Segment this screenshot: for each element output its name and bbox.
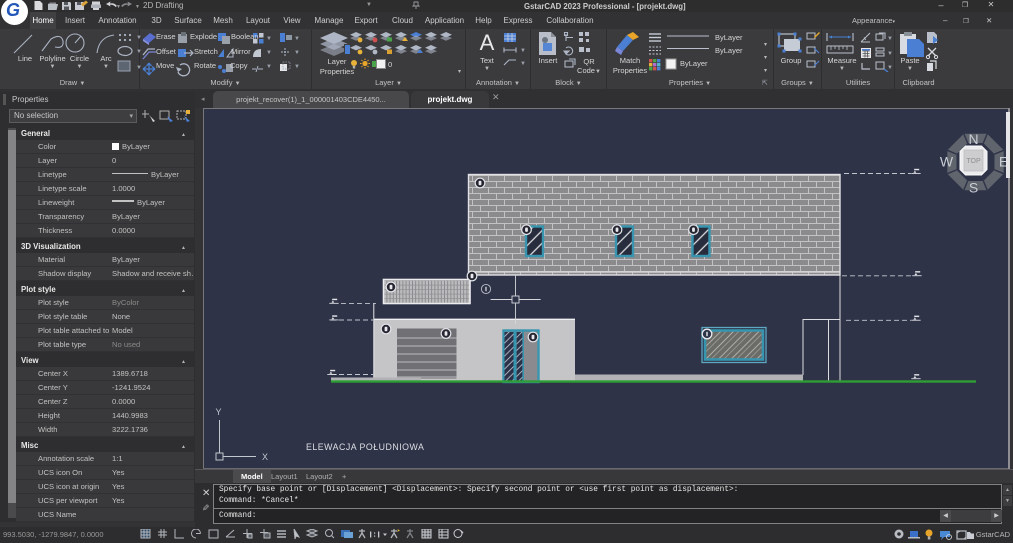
svg-text:▼: ▼ [887,65,893,71]
svg-text:▼: ▼ [135,4,140,10]
svg-text:Y: Y [216,407,222,417]
svg-text:N: N [968,131,978,147]
svg-text:▼: ▼ [266,36,272,42]
svg-text:▼: ▼ [294,36,300,42]
svg-text:▼: ▼ [520,61,526,67]
svg-text:X: X [262,452,268,462]
svg-text:▼: ▼ [887,36,893,42]
svg-text:▼: ▼ [294,50,300,56]
svg-text:▼: ▼ [294,64,300,70]
svg-text:▼: ▼ [266,64,272,70]
svg-text:W: W [940,154,954,170]
svg-text:TOP: TOP [966,158,981,165]
svg-text:ELEWACJA POŁUDNIOWA: ELEWACJA POŁUDNIOWA [306,442,424,452]
svg-text:▼: ▼ [887,51,893,57]
svg-text:▼: ▼ [266,50,272,56]
svg-text:▼: ▼ [520,48,526,54]
svg-text:S: S [969,180,978,196]
svg-text:▼: ▼ [116,4,121,10]
